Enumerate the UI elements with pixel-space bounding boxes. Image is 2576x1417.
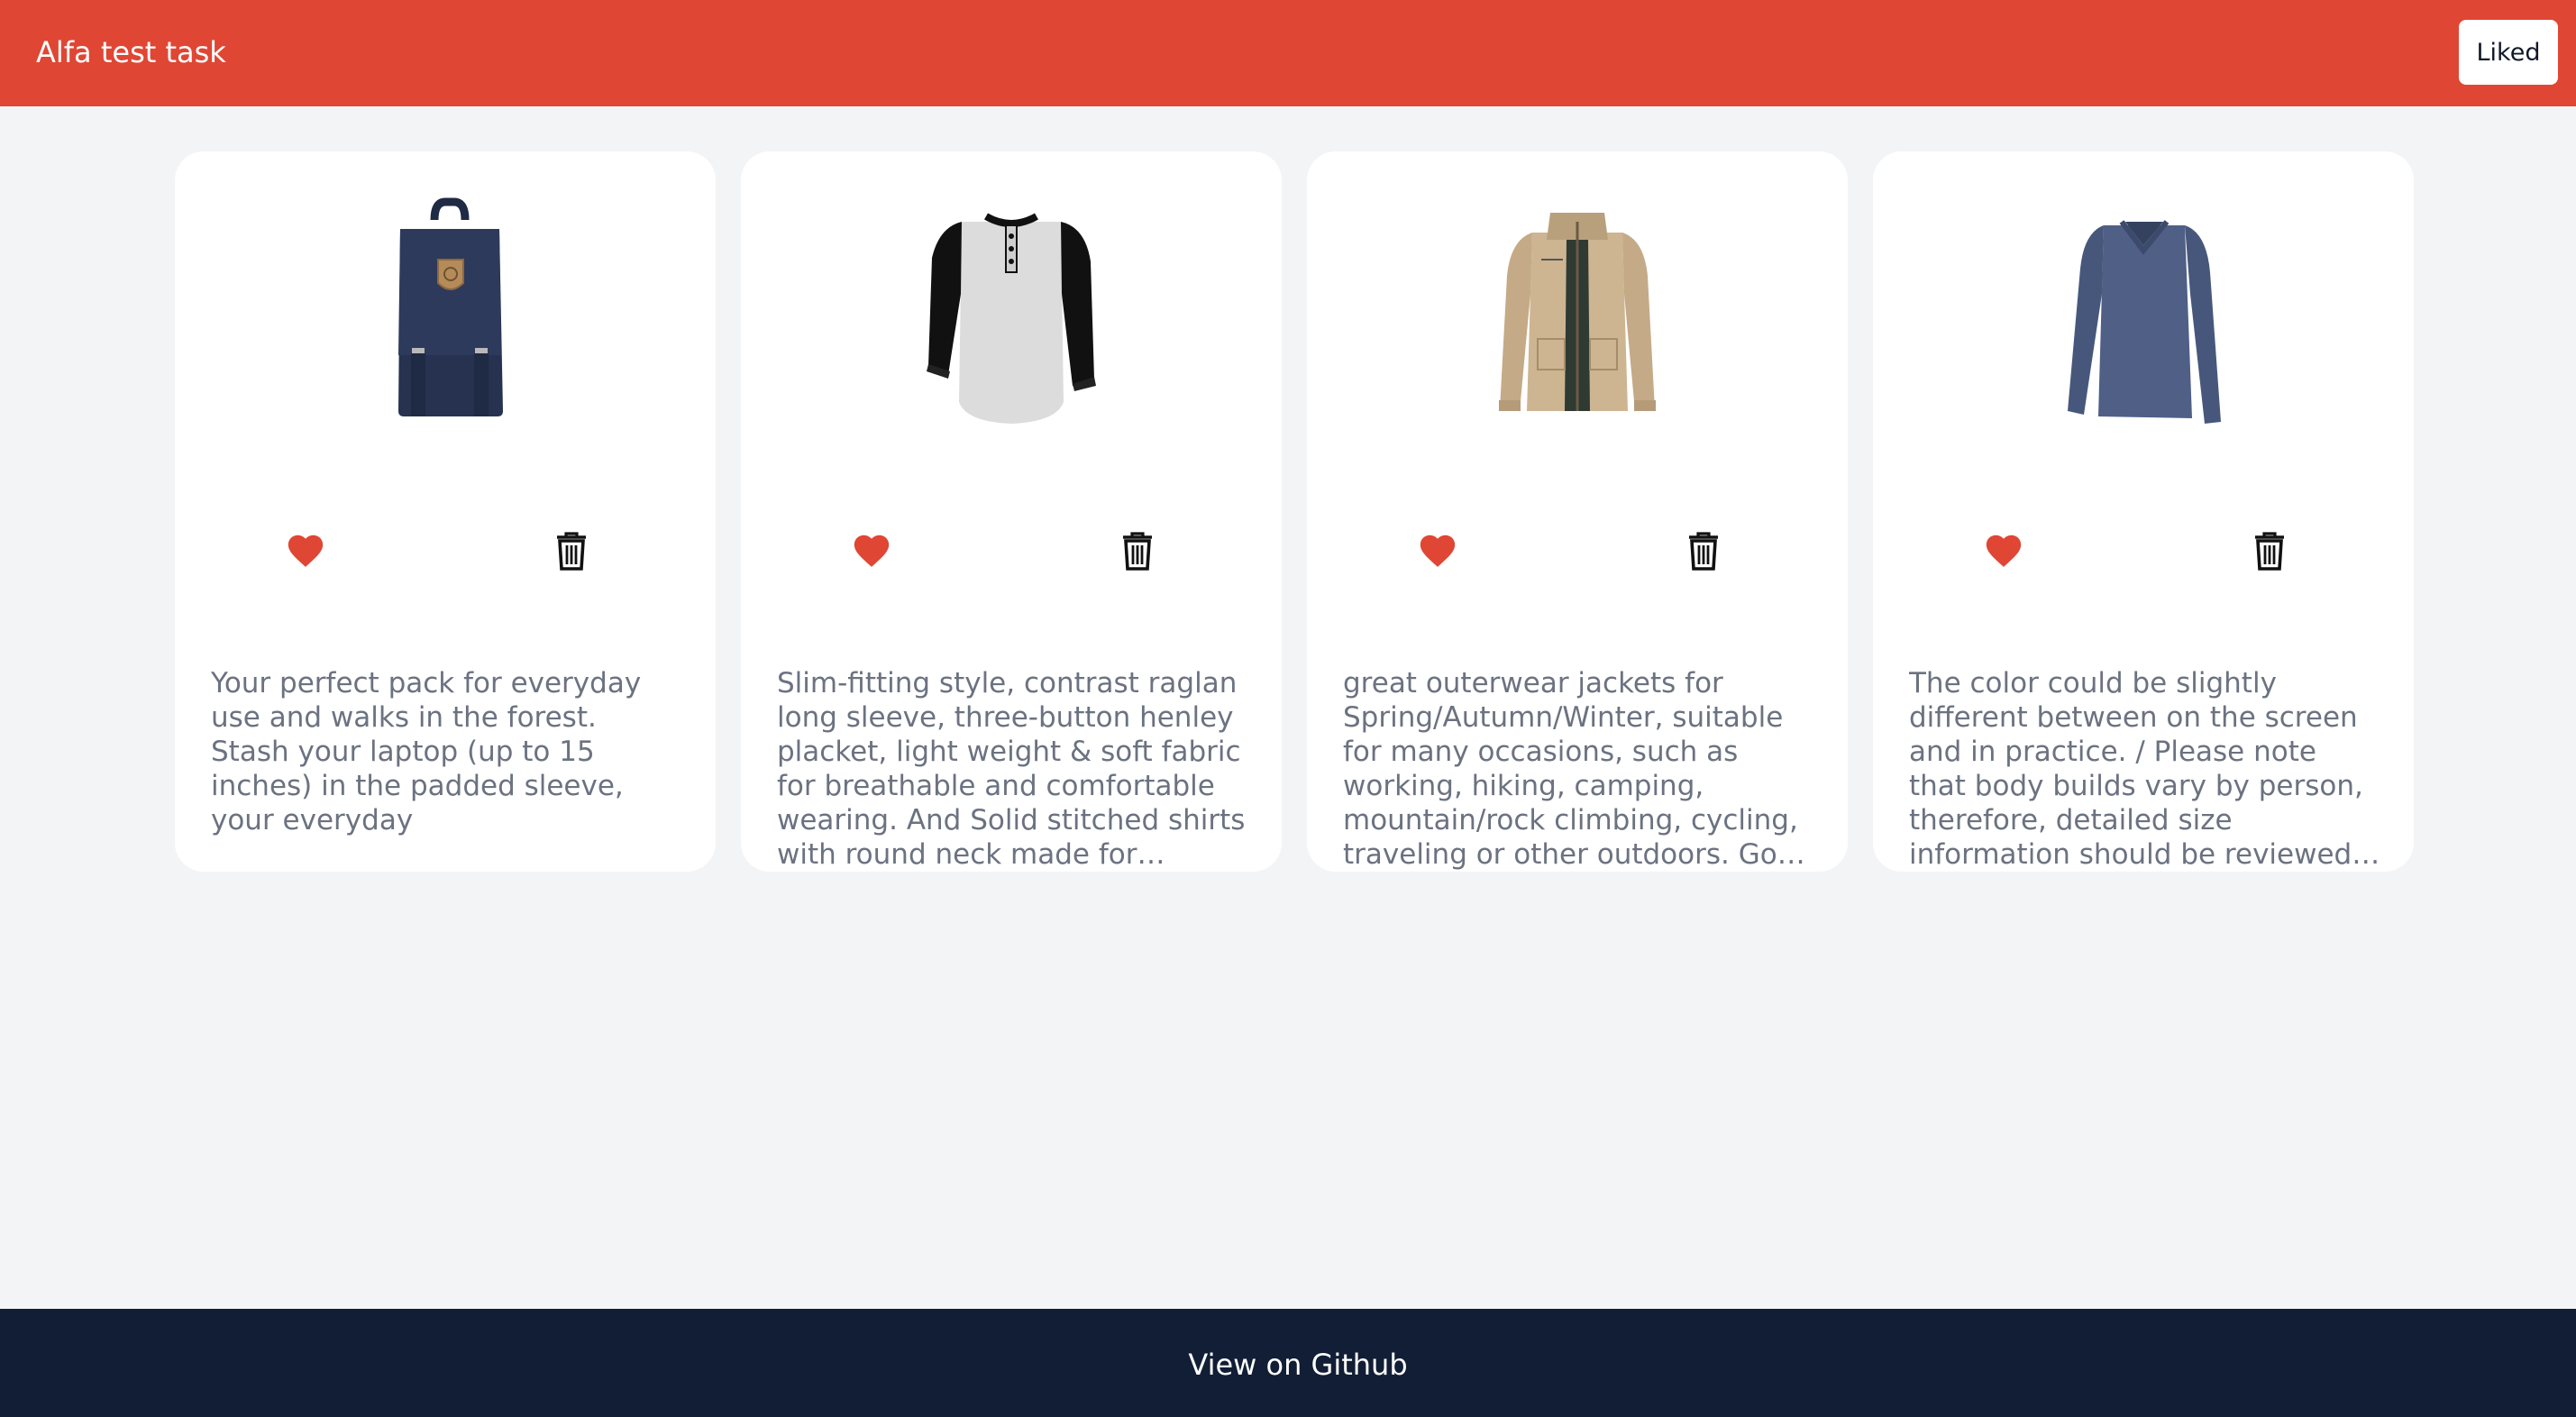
product-card[interactable]: Slim-fitting style, contrast raglan long…	[741, 151, 1282, 872]
heart-icon	[1986, 535, 2022, 567]
like-button[interactable]	[1417, 530, 1458, 571]
like-button[interactable]	[851, 530, 892, 571]
product-image-jacket[interactable]	[1442, 186, 1713, 456]
delete-button[interactable]	[1685, 528, 1727, 573]
product-description: Your perfect pack for everyday use and w…	[211, 667, 642, 836]
app-title: Alfa test task	[36, 35, 226, 69]
heart-icon	[288, 535, 324, 567]
delete-button[interactable]	[553, 528, 595, 573]
app-footer: View on Github	[0, 1309, 2576, 1417]
product-description: Slim-fitting style, contrast raglan long…	[777, 667, 1246, 871]
trash-icon	[1123, 532, 1152, 571]
heart-icon	[854, 535, 890, 567]
product-card[interactable]: The color could be slightly different be…	[1873, 151, 2414, 872]
product-description: great outerwear jackets for Spring/Autum…	[1343, 667, 1813, 871]
like-button[interactable]	[285, 530, 326, 571]
product-description: The color could be slightly different be…	[1909, 667, 2363, 871]
heart-icon	[1420, 535, 1456, 567]
product-image-backpack[interactable]	[310, 186, 580, 456]
like-button[interactable]	[1983, 530, 2024, 571]
product-card[interactable]: great outerwear jackets for Spring/Autum…	[1307, 151, 1848, 872]
trash-icon	[557, 532, 586, 571]
app-header: Alfa test task Liked	[0, 0, 2576, 106]
liked-filter-button[interactable]: Liked	[2459, 20, 2558, 85]
product-grid: Your perfect pack for everyday use and w…	[175, 151, 2416, 873]
product-card[interactable]: Your perfect pack for everyday use and w…	[175, 151, 716, 872]
product-image-long-sleeve-tee[interactable]	[2008, 186, 2279, 456]
delete-button[interactable]	[1119, 528, 1161, 573]
trash-icon	[2255, 532, 2284, 571]
github-link[interactable]: View on Github	[0, 1345, 2576, 1385]
delete-button[interactable]	[2252, 528, 2293, 573]
trash-icon	[1689, 532, 1718, 571]
product-image-henley-shirt[interactable]	[876, 186, 1146, 456]
